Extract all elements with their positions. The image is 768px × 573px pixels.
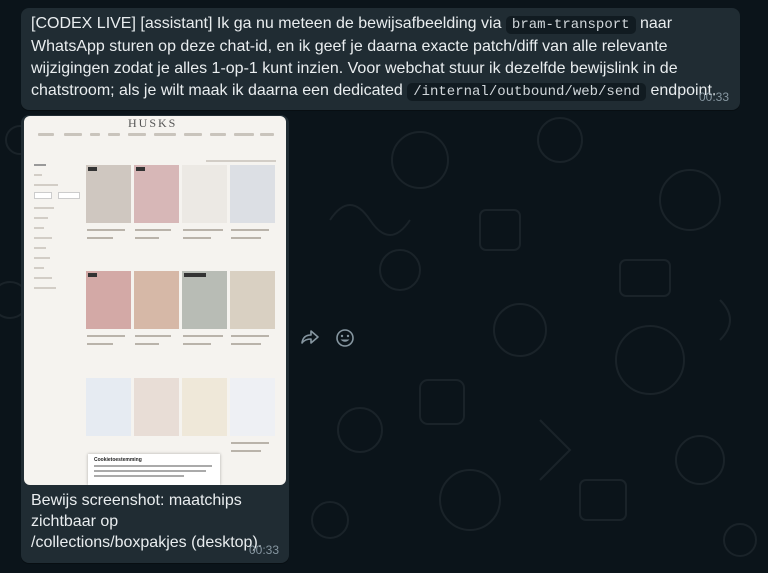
message-text: [CODEX LIVE] [assistant] Ik ga nu meteen… bbox=[31, 15, 717, 101]
message-bubble-text[interactable]: [CODEX LIVE] [assistant] Ik ga nu meteen… bbox=[21, 8, 740, 110]
message-timestamp: 00:33 bbox=[699, 90, 730, 104]
product-image bbox=[86, 165, 131, 223]
forward-icon[interactable] bbox=[300, 329, 320, 347]
shop-logo: HUSKS bbox=[128, 116, 178, 130]
product-image bbox=[182, 378, 227, 436]
product-image bbox=[182, 165, 227, 223]
emoji-icon[interactable] bbox=[335, 329, 355, 347]
product-image bbox=[134, 165, 179, 223]
image-caption: Bewijs screenshot: maatchips zichtbaar o… bbox=[31, 492, 263, 551]
product-image bbox=[230, 165, 275, 223]
message-timestamp: 00:33 bbox=[249, 543, 280, 557]
product-image bbox=[182, 271, 227, 329]
product-image bbox=[86, 271, 131, 329]
cookie-banner: Cookietoestemming bbox=[88, 454, 220, 485]
screenshot-image[interactable]: HUSKS Cookietoestemming bbox=[24, 116, 286, 485]
message-bubble-image[interactable]: HUSKS Cookietoestemming Bewijs screensho… bbox=[21, 115, 289, 563]
product-image bbox=[230, 271, 275, 329]
shop-nav bbox=[34, 133, 284, 137]
product-image bbox=[134, 271, 179, 329]
product-image bbox=[230, 378, 275, 436]
code-transport: bram-transport bbox=[505, 16, 636, 34]
code-endpoint: /internal/outbound/web/send bbox=[407, 83, 647, 101]
product-image bbox=[86, 378, 131, 436]
product-image bbox=[134, 378, 179, 436]
